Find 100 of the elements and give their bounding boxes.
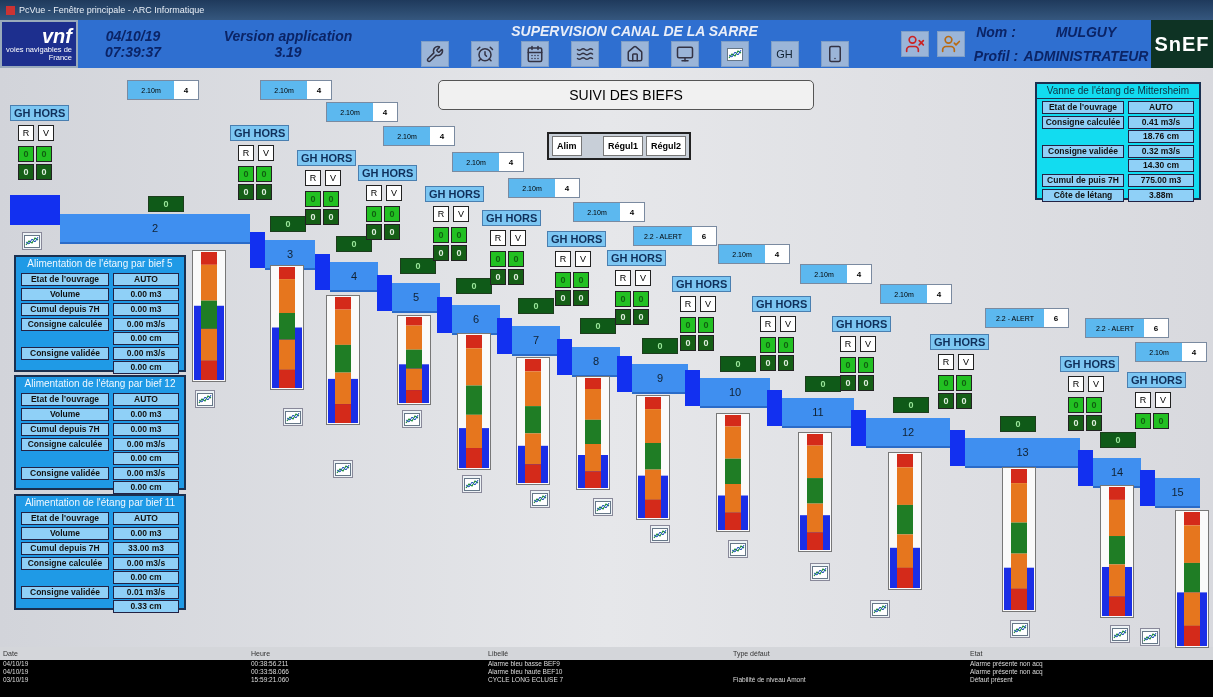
gate-button[interactable]: R [1135,392,1151,408]
counter: 0 [256,166,272,182]
counter: 0 [305,191,321,207]
field-label: Consigne calculée [1042,116,1124,129]
field-value: AUTO [113,393,179,406]
counter: 0 [956,375,972,391]
trend-button[interactable] [870,600,890,618]
level-count: 4 [927,285,951,303]
trend-button[interactable] [1010,620,1030,638]
trend-button[interactable] [1140,628,1160,646]
gate-button[interactable]: V [453,206,469,222]
gate-button[interactable]: R [555,251,571,267]
gate-button[interactable]: V [635,270,651,286]
gate-button[interactable]: R [1068,376,1084,392]
counter: 0 [555,290,571,306]
trend-button[interactable] [333,460,353,478]
trend-button[interactable] [650,525,670,543]
counter: 0 [238,166,254,182]
trend-chart-icon [872,602,888,616]
field-label: Côte de létang [1042,189,1124,202]
gate-button[interactable]: V [575,251,591,267]
gate-button[interactable]: R [615,270,631,286]
toolbar-button[interactable] [670,41,699,67]
trend-chart-icon [197,392,213,406]
field-label: Consigne validée [21,467,109,480]
counter: 0 [508,269,524,285]
counter: 0 [18,146,34,162]
counter: 0 [938,393,954,409]
flow-value: 0 [270,216,306,232]
gate-button[interactable]: R [840,336,856,352]
trend-button[interactable] [283,408,303,426]
field-value: 33.00 m3 [113,542,179,555]
trend-button[interactable] [22,232,42,250]
gate-button[interactable]: V [510,230,526,246]
gate-button[interactable]: V [386,185,402,201]
trend-button[interactable] [530,490,550,508]
level-count: 4 [307,81,331,99]
calendar-icon [525,45,544,63]
flow-value: 0 [893,397,929,413]
gate-button[interactable]: R [18,125,34,141]
toolbar-button[interactable] [570,41,599,67]
reach-number: 5 [412,291,420,303]
toolbar-button[interactable] [720,41,749,67]
gate-button[interactable]: V [258,145,274,161]
counter: 0 [1153,413,1169,429]
field-value: 14.30 cm [1128,159,1194,172]
counter: 0 [760,355,776,371]
name-label: Nom : [975,24,1017,40]
mode-button[interactable]: Régul1 [602,136,643,156]
flow-value: 0 [456,278,492,294]
gate-button[interactable]: V [1155,392,1171,408]
gate-button[interactable]: R [938,354,954,370]
gate-button[interactable]: R [433,206,449,222]
lock-chamber [557,339,572,375]
lock-chamber [497,318,512,354]
gate-button[interactable]: V [1088,376,1104,392]
field-value: 0.00 m3/s [113,467,179,480]
gate-button[interactable]: V [38,125,54,141]
toolbar-button[interactable] [901,31,929,57]
trend-button[interactable] [810,563,830,581]
counter: 0 [451,245,467,261]
trend-button[interactable] [462,475,482,493]
reach-number: 4 [350,270,358,282]
trend-button[interactable] [728,540,748,558]
trend-button[interactable] [402,410,422,428]
trend-button[interactable] [1110,625,1130,643]
gate-button[interactable]: V [860,336,876,352]
gate-button[interactable]: R [490,230,506,246]
gate-button[interactable]: R [238,145,254,161]
mode-button[interactable]: Régul2 [646,136,686,156]
gate-button[interactable]: R [305,170,321,186]
gate-button[interactable]: V [780,316,796,332]
field-value: 0.00 m3 [113,303,179,316]
counter: 0 [760,337,776,353]
toolbar-button[interactable] [420,41,449,67]
gate-button[interactable]: V [325,170,341,186]
lock-chamber [767,390,782,426]
trend-button[interactable] [195,390,215,408]
mode-button[interactable]: Alim [552,136,582,156]
gate-button[interactable]: V [958,354,974,370]
trend-chart-icon [285,410,301,424]
toolbar-button[interactable] [520,41,549,67]
toolbar-button[interactable] [620,41,649,67]
gate-button[interactable]: R [680,296,696,312]
toolbar-button[interactable] [820,41,849,67]
gate-button[interactable]: R [760,316,776,332]
gh-button[interactable]: GH [770,41,799,67]
flow-value: 0 [336,236,372,252]
counter: 0 [956,393,972,409]
gate-button[interactable]: V [700,296,716,312]
flow-value: 0 [400,258,436,274]
counter: 0 [490,251,506,267]
gate-button[interactable]: R [366,185,382,201]
flow-value: 0 [805,376,841,392]
counter: 0 [36,146,52,162]
trend-button[interactable] [593,498,613,516]
field-value: 18.76 cm [1128,130,1194,143]
wrench-icon [425,45,444,63]
toolbar-button[interactable] [470,41,499,67]
reach-number: 11 [812,406,824,418]
